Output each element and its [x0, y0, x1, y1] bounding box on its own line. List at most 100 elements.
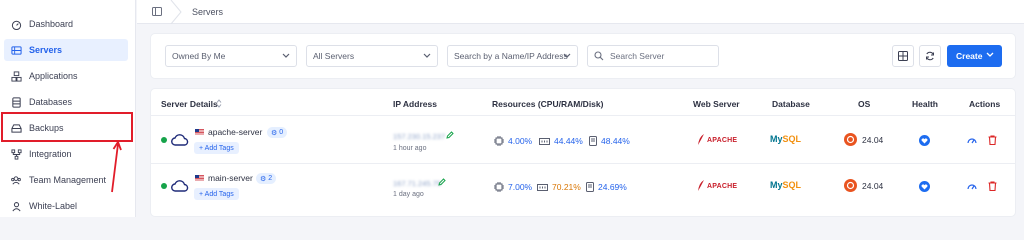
web-server-label: APACHE: [707, 182, 738, 190]
sidebar-item-label: Dashboard: [29, 19, 74, 29]
server-name[interactable]: apache-server: [208, 127, 262, 137]
sidebar-item-label: Integration: [29, 149, 72, 159]
sidebar-item-label: Servers: [29, 45, 63, 55]
breadcrumb-separator-icon: [170, 0, 182, 24]
search-by-value: Search by a Name/IP Address: [454, 51, 568, 61]
search-placeholder: Search Server: [610, 51, 665, 61]
mysql-logo: MySQL: [770, 180, 801, 190]
sidebar-item-applications[interactable]: Applications: [4, 65, 128, 87]
cpu-icon: [494, 136, 504, 146]
annotation-arrow-icon: [111, 140, 122, 193]
mysql-logo-sql: SQL: [782, 134, 802, 144]
apache-feather-icon: [698, 134, 704, 145]
breadcrumb-current: Servers: [192, 7, 224, 17]
tag-count-badge: ⚙ 0: [267, 127, 288, 138]
add-tags-button[interactable]: + Add Tags: [194, 188, 239, 200]
ram-icon: [537, 183, 548, 191]
disk-icon: [586, 182, 594, 192]
tag-icon: ⚙: [260, 175, 267, 183]
chevron-down-icon: [282, 53, 290, 58]
column-header-os: OS: [858, 99, 871, 109]
chevron-down-icon: [563, 53, 571, 58]
refresh-button[interactable]: [919, 45, 941, 67]
cpu-value: 7.00%: [508, 182, 533, 192]
sidebar-item-label: White-Label: [29, 201, 78, 211]
cpu-usage: 4.00%: [494, 136, 532, 146]
os-info: 24.04: [844, 179, 883, 192]
chevron-down-icon: [423, 53, 431, 58]
os-version: 24.04: [862, 134, 884, 145]
health-status-icon[interactable]: [919, 181, 930, 192]
us-flag-icon: [195, 129, 204, 135]
servers-icon: [10, 44, 22, 56]
ip-address: 157.230.15.237: [393, 132, 446, 141]
apache-feather-icon: [698, 180, 704, 191]
disk-usage: 24.69%: [586, 182, 627, 192]
column-header-server-details[interactable]: Server Details: [161, 99, 218, 109]
column-header-resources: Resources (CPU/RAM/Disk): [492, 99, 604, 109]
ram-value: 70.21%: [552, 182, 581, 192]
sidebar-item-databases[interactable]: Databases: [4, 91, 128, 113]
column-header-web-server: Web Server: [693, 99, 740, 109]
sidebar-item-label: Applications: [29, 71, 78, 81]
mysql-logo-my: My: [770, 180, 783, 190]
edit-pencil-icon[interactable]: [438, 178, 446, 186]
search-input[interactable]: Search Server: [587, 45, 719, 67]
cloud-provider-icon: [171, 134, 189, 146]
add-tags-button[interactable]: + Add Tags: [194, 142, 239, 154]
chevron-down-icon: [986, 52, 994, 57]
sidebar-item-white-label[interactable]: White-Label: [4, 195, 128, 217]
disk-value: 24.69%: [598, 182, 627, 192]
web-server-label: APACHE: [707, 136, 738, 144]
sidebar-toggle-icon[interactable]: [152, 7, 162, 16]
grid-view-button[interactable]: [892, 45, 914, 67]
dashboard-gauge-icon[interactable]: [967, 182, 977, 192]
cloud-provider-icon: [171, 180, 189, 192]
disk-usage: 48.44%: [589, 136, 630, 146]
status-online-dot: [161, 137, 167, 143]
server-name[interactable]: main-server: [208, 173, 253, 183]
tag-count: 0: [279, 129, 284, 136]
ubuntu-icon: [844, 179, 857, 192]
ram-value: 44.44%: [554, 136, 583, 146]
owned-by-select[interactable]: Owned By Me: [165, 45, 297, 67]
health-status-icon[interactable]: [919, 135, 930, 146]
ip-address: 167.71.245.75: [393, 179, 441, 188]
tag-count-badge: ⚙ 2: [256, 173, 277, 184]
cpu-icon: [494, 182, 504, 192]
sidebar-item-dashboard[interactable]: Dashboard: [4, 13, 128, 35]
column-header-actions: Actions: [969, 99, 1001, 109]
team-icon: [10, 174, 22, 186]
search-by-select[interactable]: Search by a Name/IP Address: [447, 45, 578, 67]
row-divider: [151, 163, 1015, 164]
ram-usage: 70.21%: [537, 182, 581, 192]
delete-trash-icon[interactable]: [988, 181, 997, 191]
sidebar-item-label: Databases: [29, 97, 73, 107]
ubuntu-icon: [844, 133, 857, 146]
disk-value: 48.44%: [601, 136, 630, 146]
last-updated: 1 hour ago: [393, 145, 427, 152]
heart-icon: [921, 137, 928, 143]
column-header-health: Health: [912, 99, 938, 109]
delete-trash-icon[interactable]: [988, 135, 997, 145]
mysql-logo: MySQL: [770, 134, 801, 144]
search-icon: [594, 51, 604, 61]
create-label: Create: [956, 51, 983, 61]
column-header-ip: IP Address: [393, 99, 437, 109]
sort-icon[interactable]: [216, 99, 222, 108]
mysql-logo-my: My: [770, 134, 783, 144]
integration-icon: [10, 148, 22, 160]
databases-icon: [10, 96, 22, 108]
disk-icon: [589, 136, 597, 146]
edit-pencil-icon[interactable]: [446, 131, 454, 139]
os-version: 24.04: [862, 180, 884, 191]
sidebar-item-servers[interactable]: Servers: [4, 39, 128, 61]
ram-usage: 44.44%: [539, 136, 583, 146]
dashboard-gauge-icon[interactable]: [967, 136, 977, 146]
create-button[interactable]: Create: [947, 45, 1002, 67]
column-header-database: Database: [772, 99, 810, 109]
white-label-icon: [10, 200, 22, 212]
servers-select[interactable]: All Servers: [306, 45, 438, 67]
us-flag-icon: [195, 175, 204, 181]
ram-icon: [539, 137, 550, 145]
